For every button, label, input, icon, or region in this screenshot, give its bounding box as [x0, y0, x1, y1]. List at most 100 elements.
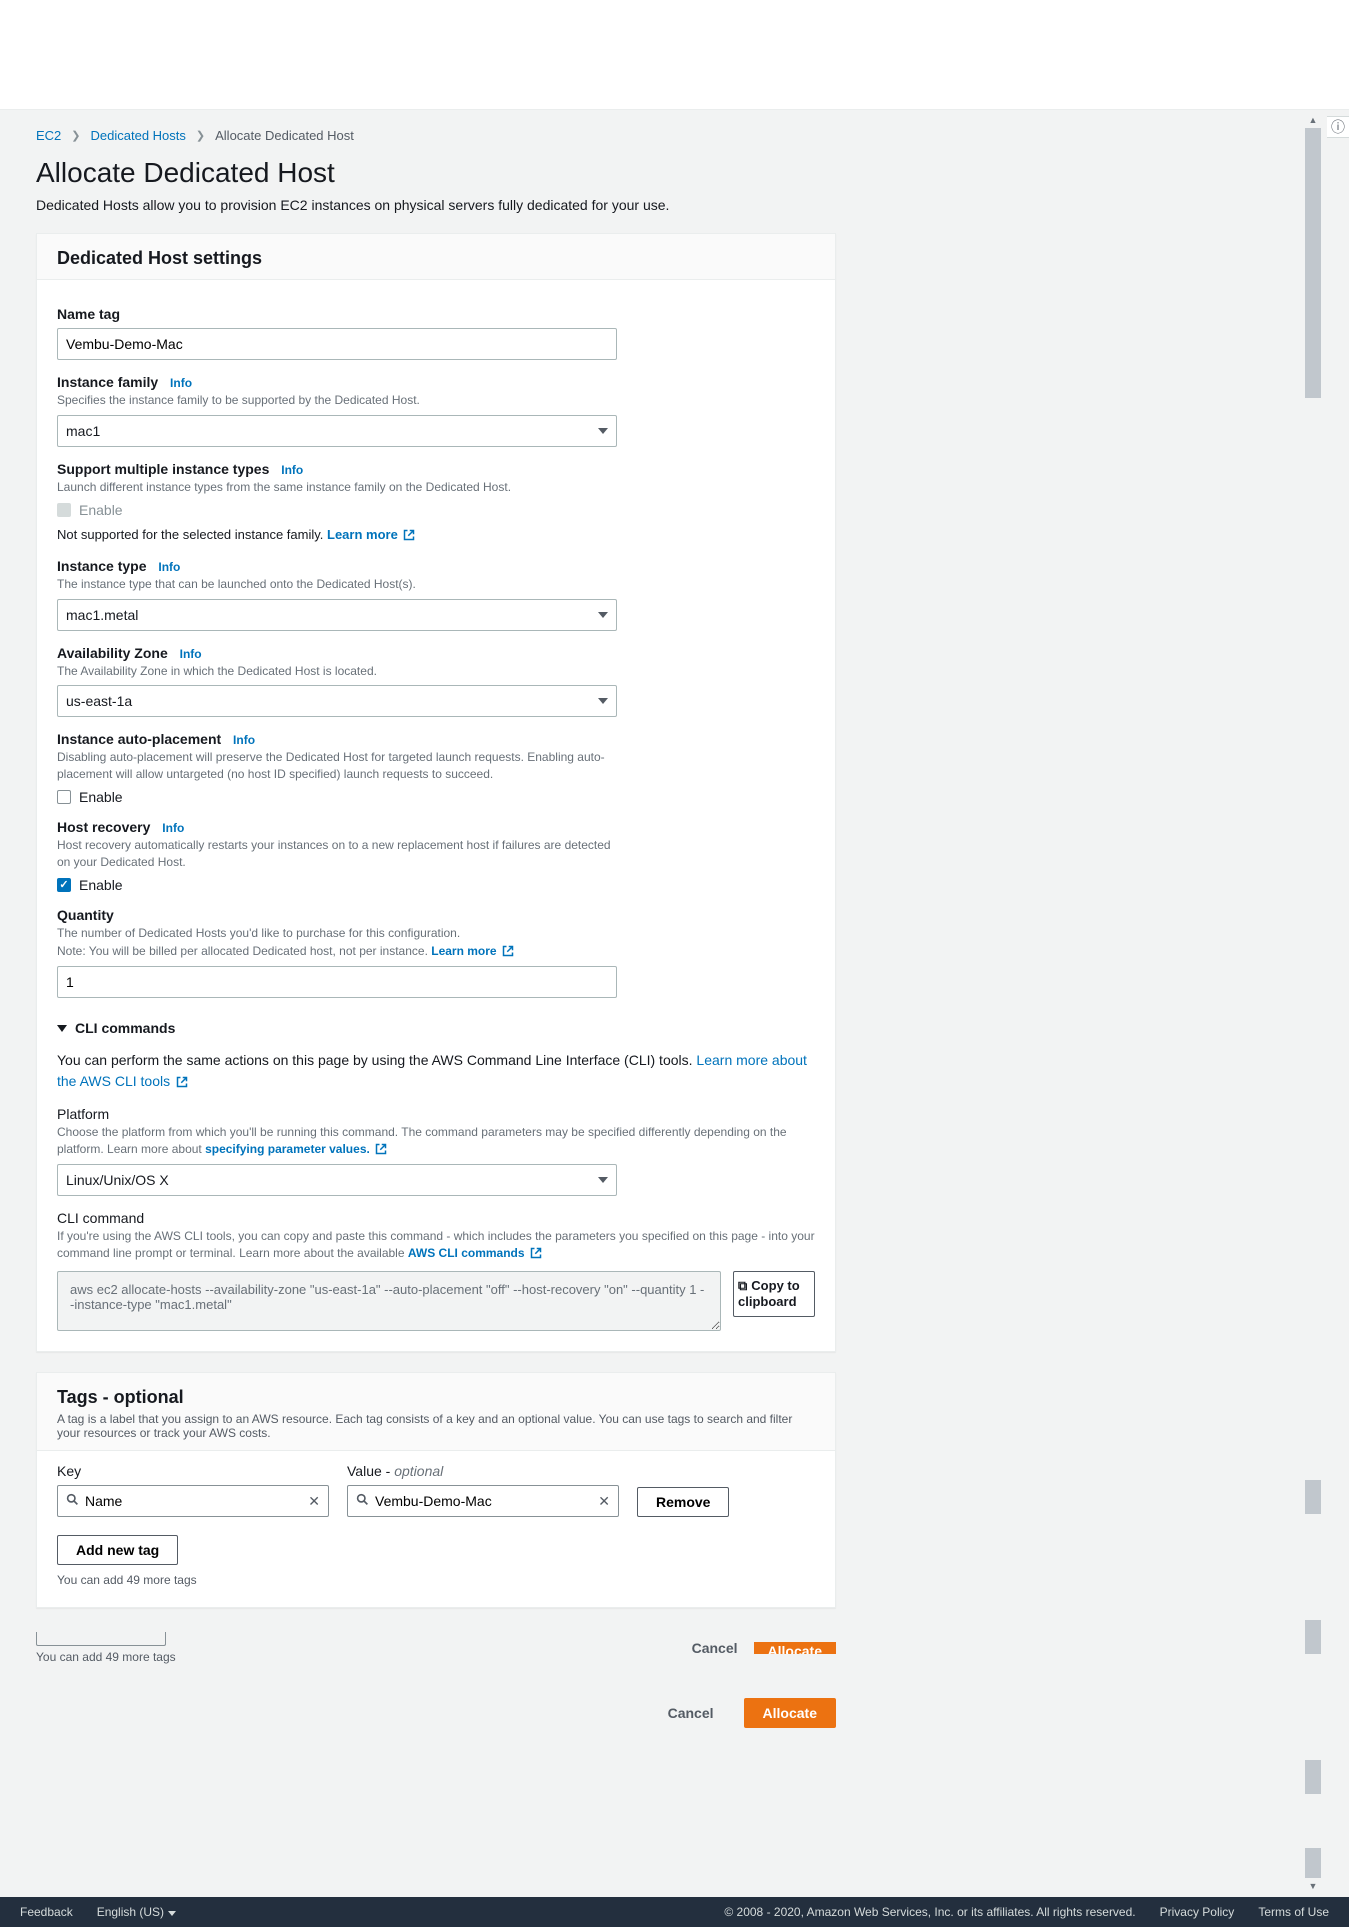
tag-key-input[interactable]: ✕: [57, 1485, 329, 1517]
platform-help-link[interactable]: specifying parameter values.: [205, 1142, 370, 1156]
add-new-tag-button[interactable]: Add new tag: [57, 1535, 178, 1565]
cutoff-note: You can add 49 more tags: [36, 1650, 176, 1664]
page-title: Allocate Dedicated Host: [36, 157, 1313, 189]
allocate-button[interactable]: Allocate: [744, 1698, 836, 1728]
instance-family-value: mac1: [66, 423, 100, 439]
auto-placement-checkbox[interactable]: [57, 790, 71, 804]
host-recovery-checkbox[interactable]: ✓: [57, 878, 71, 892]
auto-placement-info-link[interactable]: Info: [233, 733, 255, 747]
host-recovery-help: Host recovery automatically restarts you…: [57, 837, 617, 871]
tag-value-input[interactable]: ✕: [347, 1485, 619, 1517]
name-tag-input[interactable]: [57, 328, 617, 360]
instance-family-select[interactable]: mac1: [57, 415, 617, 447]
instance-family-info-link[interactable]: Info: [170, 376, 192, 390]
platform-select[interactable]: Linux/Unix/OS X: [57, 1164, 617, 1196]
auto-placement-enable-label: Enable: [79, 789, 123, 805]
platform-value: Linux/Unix/OS X: [66, 1172, 169, 1188]
platform-help: Choose the platform from which you'll be…: [57, 1125, 787, 1156]
multi-instance-note: Not supported for the selected instance …: [57, 527, 327, 542]
external-link-icon: [502, 943, 514, 960]
instance-type-select[interactable]: mac1.metal: [57, 599, 617, 631]
footer-copyright: © 2008 - 2020, Amazon Web Services, Inc.…: [724, 1905, 1135, 1919]
az-help: The Availability Zone in which the Dedic…: [57, 663, 815, 680]
instance-type-info-link[interactable]: Info: [158, 560, 180, 574]
quantity-learn-more[interactable]: Learn more: [431, 944, 496, 958]
external-link-icon: [375, 1141, 387, 1158]
az-value: us-east-1a: [66, 693, 132, 709]
caret-down-icon: [168, 1911, 176, 1916]
cutoff-allocate: Allocate: [754, 1642, 836, 1654]
scrollbar-segment[interactable]: [1305, 1480, 1321, 1514]
language-selector[interactable]: English (US): [97, 1905, 176, 1919]
multi-instance-learn-more[interactable]: Learn more: [327, 527, 398, 542]
cutoff-duplicate-bar: You can add 49 more tags Cancel Allocate: [36, 1628, 836, 1668]
caret-down-icon: [598, 612, 608, 618]
cli-commands-label: CLI commands: [75, 1020, 175, 1036]
instance-family-label: Instance family: [57, 374, 158, 390]
breadcrumb-current: Allocate Dedicated Host: [215, 128, 354, 143]
scrollbar-thumb[interactable]: [1305, 128, 1321, 398]
name-tag-label: Name tag: [57, 306, 120, 322]
scrollbar-segment[interactable]: [1305, 1620, 1321, 1654]
cutoff-cancel: Cancel: [692, 1640, 738, 1656]
chevron-right-icon: ❯: [196, 129, 205, 142]
tags-header: Tags - optional: [57, 1387, 815, 1408]
terms-of-use-link[interactable]: Terms of Use: [1258, 1905, 1329, 1919]
tag-key-label: Key: [57, 1463, 81, 1479]
action-row: Cancel Allocate: [36, 1698, 836, 1728]
platform-label: Platform: [57, 1106, 109, 1122]
multi-instance-help: Launch different instance types from the…: [57, 479, 815, 496]
breadcrumb-dedicated-hosts[interactable]: Dedicated Hosts: [91, 128, 186, 143]
privacy-policy-link[interactable]: Privacy Policy: [1160, 1905, 1235, 1919]
external-link-icon: [176, 1071, 188, 1092]
instance-type-help: The instance type that can be launched o…: [57, 576, 815, 593]
browser-top-area: [0, 0, 1349, 110]
caret-down-icon: [598, 698, 608, 704]
search-icon: [356, 1493, 369, 1509]
quantity-label: Quantity: [57, 907, 114, 923]
cli-command-textarea[interactable]: aws ec2 allocate-hosts --availability-zo…: [57, 1271, 721, 1331]
page-description: Dedicated Hosts allow you to provision E…: [36, 197, 1313, 213]
multi-instance-label: Support multiple instance types: [57, 461, 269, 477]
chevron-right-icon: ❯: [71, 129, 80, 142]
az-label: Availability Zone: [57, 645, 168, 661]
tags-description: A tag is a label that you assign to an A…: [57, 1412, 815, 1440]
clear-icon[interactable]: ✕: [308, 1493, 320, 1510]
auto-placement-help: Disabling auto-placement will preserve t…: [57, 749, 617, 783]
copy-label: Copy to clipboard: [738, 1278, 800, 1309]
host-recovery-enable-label: Enable: [79, 877, 123, 893]
clear-icon[interactable]: ✕: [598, 1493, 610, 1510]
feedback-link[interactable]: Feedback: [20, 1905, 73, 1919]
page-footer: Feedback English (US) © 2008 - 2020, Ama…: [0, 1897, 1349, 1927]
scrollbar-down-arrow[interactable]: ▼: [1305, 1878, 1321, 1894]
external-link-icon: [403, 526, 415, 544]
quantity-input[interactable]: [57, 966, 617, 998]
host-recovery-info-link[interactable]: Info: [162, 821, 184, 835]
external-link-icon: [530, 1245, 542, 1262]
cli-command-help-link[interactable]: AWS CLI commands: [408, 1246, 525, 1260]
tag-value-label: Value - optional: [347, 1463, 443, 1479]
instance-family-help: Specifies the instance family to be supp…: [57, 392, 815, 409]
cancel-button[interactable]: Cancel: [650, 1698, 732, 1728]
breadcrumb-ec2[interactable]: EC2: [36, 128, 61, 143]
cli-command-label: CLI command: [57, 1210, 144, 1226]
cli-intro-text: You can perform the same actions on this…: [57, 1052, 696, 1068]
scrollbar-segment[interactable]: [1305, 1760, 1321, 1794]
settings-header: Dedicated Host settings: [57, 248, 815, 269]
scrollbar-up-arrow[interactable]: ▲: [1305, 112, 1321, 128]
az-info-link[interactable]: Info: [180, 647, 202, 661]
dedicated-host-settings-panel: Dedicated Host settings Name tag Instanc…: [36, 233, 836, 1352]
quantity-help: The number of Dedicated Hosts you'd like…: [57, 925, 815, 942]
search-icon: [66, 1493, 79, 1509]
remove-tag-button[interactable]: Remove: [637, 1487, 729, 1517]
instance-type-value: mac1.metal: [66, 607, 138, 623]
tags-panel: Tags - optional A tag is a label that yo…: [36, 1372, 836, 1608]
copy-to-clipboard-button[interactable]: ⧉Copy to clipboard: [733, 1271, 815, 1316]
tags-remaining-note: You can add 49 more tags: [57, 1573, 815, 1587]
multi-instance-info-link[interactable]: Info: [281, 463, 303, 477]
cli-commands-toggle[interactable]: CLI commands: [57, 1020, 815, 1036]
scrollbar-segment[interactable]: [1305, 1848, 1321, 1878]
az-select[interactable]: us-east-1a: [57, 685, 617, 717]
caret-down-icon: [598, 428, 608, 434]
quantity-note: Note: You will be billed per allocated D…: [57, 944, 431, 958]
